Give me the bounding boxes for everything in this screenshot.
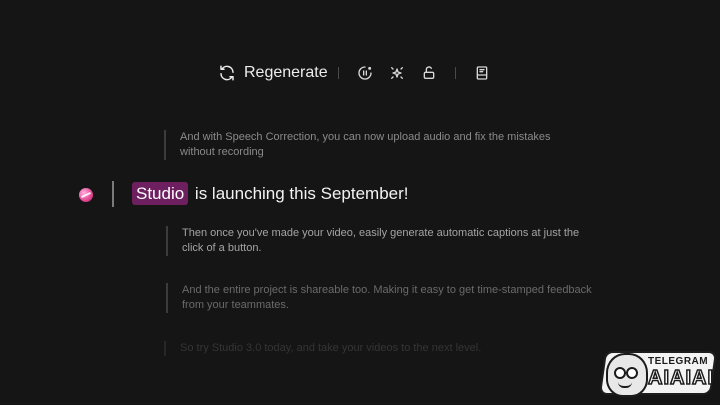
mascot-mouth: [618, 382, 632, 388]
speed-icon: [357, 66, 372, 80]
speaker-avatar[interactable]: [79, 188, 93, 202]
unlock-button[interactable]: [421, 65, 437, 81]
active-script-line[interactable]: Studio is launching this September!: [112, 180, 409, 208]
toolbar-divider: [454, 67, 456, 79]
highlighted-word[interactable]: Studio: [132, 182, 189, 205]
active-line-rest: is launching this September!: [190, 184, 409, 203]
script-paragraph[interactable]: So try Studio 3.0 today, and take your v…: [164, 341, 600, 356]
mascot-eye: [614, 367, 626, 379]
watermark-bottom-text: AIAIAI: [647, 366, 714, 390]
mascot-icon: [606, 353, 648, 397]
watermark-top-text: TELEGRAM: [648, 356, 709, 367]
mascot-eye: [626, 367, 638, 379]
sparkle-icon: [390, 67, 403, 79]
speed-button[interactable]: [357, 65, 373, 81]
unlock-icon: [423, 66, 434, 79]
script-paragraph[interactable]: And with Speech Correction, you can now …: [164, 130, 560, 160]
active-line-marker: [112, 181, 114, 207]
script-paragraph[interactable]: And the entire project is shareable too.…: [166, 283, 602, 313]
regenerate-button[interactable]: Regenerate: [218, 64, 328, 82]
active-line-text: Studio is launching this September!: [132, 182, 409, 205]
enhance-button[interactable]: [389, 65, 405, 81]
watermark-badge: TELEGRAM AIAIAI: [598, 351, 718, 397]
script-paragraph[interactable]: Then once you've made your video, easily…: [166, 226, 602, 256]
book-icon: [476, 66, 487, 80]
toolbar-divider: [337, 67, 339, 79]
library-button[interactable]: [474, 65, 490, 81]
editor-toolbar: Regenerate: [218, 58, 498, 88]
refresh-icon: [220, 65, 234, 81]
regenerate-label: Regenerate: [244, 64, 328, 81]
